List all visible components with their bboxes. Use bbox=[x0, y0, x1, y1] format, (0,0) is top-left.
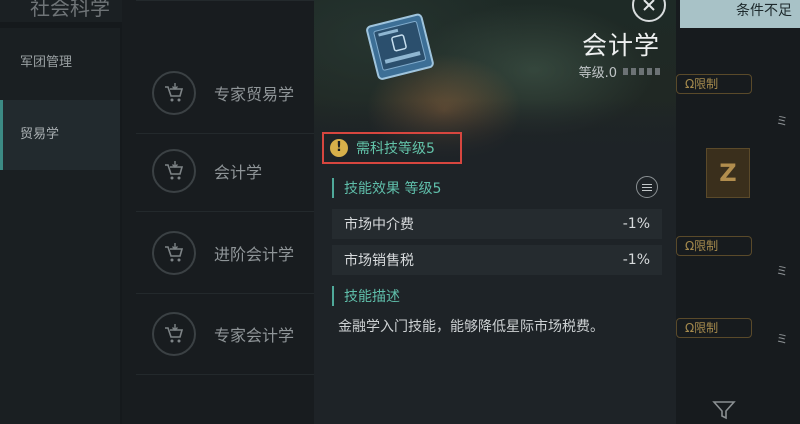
level-pip bbox=[623, 68, 628, 75]
effect-row: 市场销售税 -1% bbox=[332, 245, 662, 275]
limit-tag: Ω限制 bbox=[676, 318, 752, 338]
description-heading: 技能描述 bbox=[332, 286, 400, 306]
limit-tag: Ω限制 bbox=[676, 236, 752, 256]
effect-row: 市场中介费 -1% bbox=[332, 209, 662, 239]
level-pip bbox=[639, 68, 644, 75]
list-item[interactable]: 专家贸易学 bbox=[136, 55, 316, 134]
list-item-label: 进阶会计学 bbox=[214, 245, 295, 264]
z-item-tile[interactable]: Z bbox=[706, 148, 750, 198]
edge-glyph: ミ bbox=[776, 332, 789, 346]
effects-heading: 技能效果 等级5 bbox=[332, 178, 441, 198]
level-pip bbox=[631, 68, 636, 75]
skill-list: 专家贸易学 会计学 进阶会计学 专家会计学 bbox=[122, 0, 318, 424]
skill-title: 会计学 bbox=[581, 31, 660, 60]
nav-item-label: 军团管理 bbox=[20, 55, 73, 70]
level-text: 等级.0 bbox=[578, 66, 617, 81]
list-item-label: 专家会计学 bbox=[214, 326, 295, 345]
level-pip bbox=[655, 68, 660, 75]
edge-glyph: ミ bbox=[776, 264, 789, 278]
skill-detail-modal: 会计学 等级.0 ! 需科技等级5 技能效果 等级5 市场中介费 -1% 市场销… bbox=[314, 0, 676, 424]
requirement-notice: ! 需科技等级5 bbox=[322, 132, 462, 164]
nav-item-label: 贸易学 bbox=[20, 127, 60, 142]
skillbook-card-icon bbox=[354, 12, 444, 82]
cart-icon bbox=[152, 149, 196, 193]
requirement-text: 需科技等级5 bbox=[356, 141, 435, 157]
effect-value: -1% bbox=[622, 252, 650, 268]
level-indicator: 等级.0 bbox=[579, 62, 660, 81]
list-item-label: 专家贸易学 bbox=[214, 85, 295, 104]
list-item[interactable]: 会计学 bbox=[136, 133, 316, 212]
cart-icon bbox=[152, 231, 196, 275]
menu-icon[interactable] bbox=[636, 176, 658, 198]
limit-tag: Ω限制 bbox=[676, 74, 752, 94]
effect-name: 市场销售税 bbox=[344, 253, 414, 269]
warning-icon: ! bbox=[330, 139, 348, 157]
level-pip bbox=[647, 68, 652, 75]
level-pips bbox=[623, 68, 660, 75]
condition-banner: 条件不足 bbox=[680, 0, 800, 28]
filter-icon[interactable] bbox=[712, 400, 736, 424]
nav-item-trade[interactable]: 贸易学 bbox=[0, 100, 120, 170]
list-item[interactable]: 进阶会计学 bbox=[136, 215, 316, 294]
cart-icon bbox=[152, 71, 196, 115]
effect-value: -1% bbox=[622, 216, 650, 232]
effect-name: 市场中介费 bbox=[344, 217, 414, 233]
skill-description: 金融学入门技能，能够降低星际市场税费。 bbox=[338, 319, 604, 335]
close-icon bbox=[643, 0, 655, 11]
list-item bbox=[136, 0, 316, 1]
list-item-label: 会计学 bbox=[214, 163, 263, 182]
cart-icon bbox=[152, 312, 196, 356]
right-panel bbox=[676, 0, 800, 424]
list-item[interactable]: 专家会计学 bbox=[136, 296, 316, 375]
section-title: 社会科学 bbox=[30, 0, 110, 20]
left-nav: 军团管理 贸易学 bbox=[0, 28, 120, 424]
nav-item-legion-management[interactable]: 军团管理 bbox=[0, 28, 120, 98]
edge-glyph: ミ bbox=[776, 114, 789, 128]
